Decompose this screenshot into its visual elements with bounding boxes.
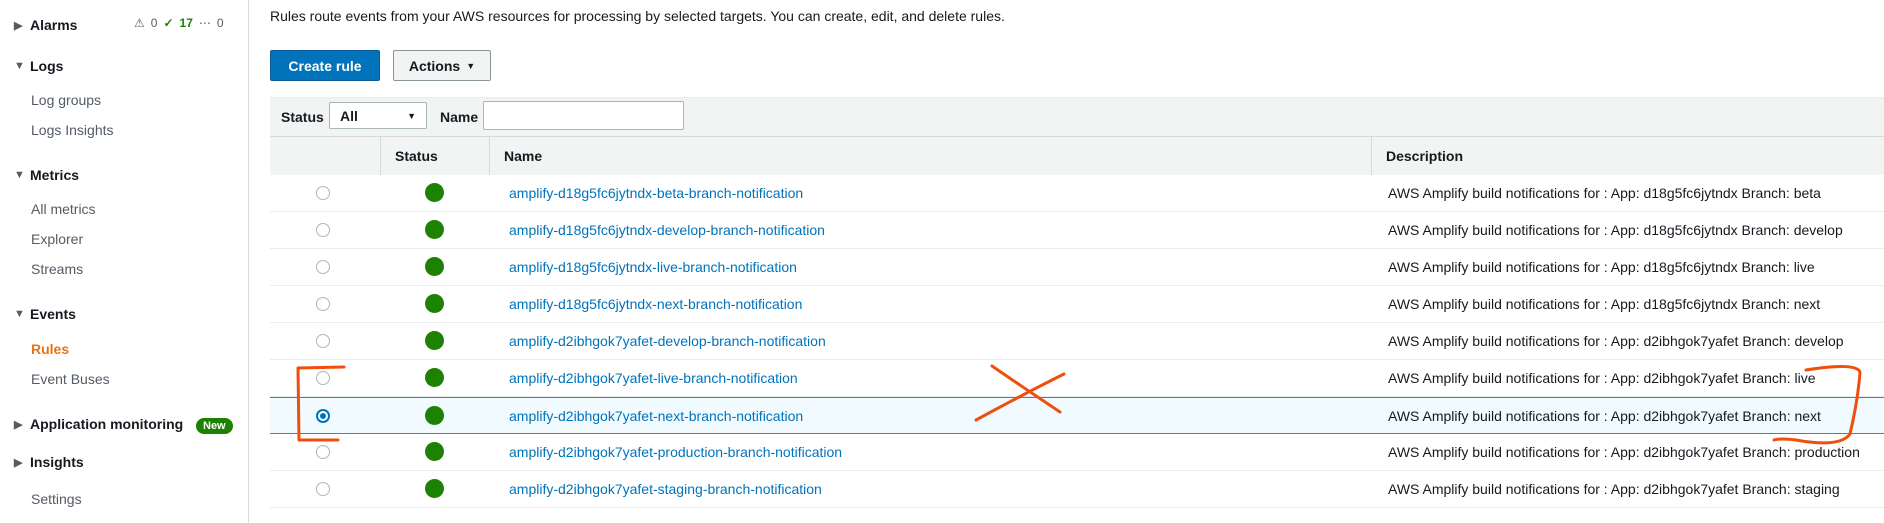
row-select-radio[interactable]: [316, 409, 330, 423]
status-enabled-icon: [425, 479, 444, 498]
rules-table-header: Status Name Description: [270, 136, 1884, 176]
actions-button[interactable]: Actions ▼: [393, 50, 491, 81]
table-row[interactable]: amplify-d2ibhgok7yafet-production-branch…: [270, 434, 1884, 471]
description-column-header[interactable]: Description: [1371, 137, 1884, 175]
create-rule-button[interactable]: Create rule: [270, 50, 380, 81]
rule-description: AWS Amplify build notifications for : Ap…: [1388, 444, 1860, 460]
sidebar: ▶ Alarms ⚠ 0 ✓ 17 ⋯ 0 ▼ Logs Log groups …: [0, 0, 249, 523]
rule-description: AWS Amplify build notifications for : Ap…: [1388, 481, 1840, 497]
rule-description: AWS Amplify build notifications for : Ap…: [1388, 370, 1816, 386]
check-circle-icon: ✓: [163, 16, 174, 30]
row-select-radio[interactable]: [316, 371, 330, 385]
row-select-radio[interactable]: [316, 223, 330, 237]
name-filter-label: Name: [440, 109, 479, 125]
ellipsis-circle-icon: ⋯: [198, 16, 211, 30]
sidebar-item-streams[interactable]: Streams: [31, 261, 83, 277]
insufficient-count: 0: [216, 16, 224, 30]
rule-name-link[interactable]: amplify-d2ibhgok7yafet-production-branch…: [509, 444, 842, 460]
sidebar-section-events[interactable]: ▼ Events: [14, 306, 76, 322]
rules-table-body: amplify-d18g5fc6jytndx-beta-branch-notif…: [270, 175, 1884, 508]
actions-label: Actions: [408, 57, 461, 74]
sidebar-section-label: Insights: [30, 454, 84, 470]
rule-name-link[interactable]: amplify-d18g5fc6jytndx-live-branch-notif…: [509, 259, 797, 275]
sidebar-item-log-groups[interactable]: Log groups: [31, 92, 101, 108]
row-select-radio[interactable]: [316, 482, 330, 496]
sidebar-section-application-monitoring[interactable]: ▶ Application monitoring: [14, 416, 183, 432]
sidebar-section-insights[interactable]: ▶ Insights: [14, 454, 84, 470]
row-select-radio[interactable]: [316, 445, 330, 459]
page-description: Rules route events from your AWS resourc…: [270, 8, 1005, 24]
status-filter-value: All: [340, 107, 358, 124]
caret-down-icon: ▼: [466, 60, 476, 71]
alarm-status-counts[interactable]: ⚠ 0 ✓ 17 ⋯ 0: [134, 16, 224, 30]
sidebar-item-all-metrics[interactable]: All metrics: [31, 201, 96, 217]
name-filter-input[interactable]: [483, 101, 684, 130]
status-enabled-icon: [425, 368, 444, 387]
rule-name-link[interactable]: amplify-d18g5fc6jytndx-beta-branch-notif…: [509, 185, 803, 201]
rule-name-link[interactable]: amplify-d2ibhgok7yafet-staging-branch-no…: [509, 481, 822, 497]
status-enabled-icon: [425, 331, 444, 350]
warning-icon: ⚠: [134, 16, 145, 30]
sidebar-item-settings[interactable]: Settings: [31, 491, 82, 507]
rule-name-link[interactable]: amplify-d2ibhgok7yafet-develop-branch-no…: [509, 333, 826, 349]
table-row[interactable]: amplify-d18g5fc6jytndx-beta-branch-notif…: [270, 175, 1884, 212]
status-enabled-icon: [425, 183, 444, 202]
status-enabled-icon: [425, 257, 444, 276]
table-row[interactable]: amplify-d2ibhgok7yafet-staging-branch-no…: [270, 471, 1884, 508]
filter-bar: Status All ▼ Name: [270, 97, 1884, 136]
sidebar-section-alarms[interactable]: ▶ Alarms: [14, 17, 77, 33]
rule-description: AWS Amplify build notifications for : Ap…: [1388, 185, 1821, 201]
status-filter-select[interactable]: All ▼: [329, 102, 427, 129]
sidebar-section-metrics[interactable]: ▼ Metrics: [14, 167, 79, 183]
new-badge: New: [196, 418, 233, 434]
rule-name-link[interactable]: amplify-d18g5fc6jytndx-next-branch-notif…: [509, 296, 802, 312]
row-select-radio[interactable]: [316, 260, 330, 274]
caret-right-icon: ▶: [14, 456, 23, 469]
rule-description: AWS Amplify build notifications for : Ap…: [1388, 222, 1843, 238]
rule-description: AWS Amplify build notifications for : Ap…: [1388, 296, 1821, 312]
rule-description: AWS Amplify build notifications for : Ap…: [1388, 408, 1821, 424]
caret-down-icon: ▼: [14, 60, 25, 72]
caret-down-icon: ▼: [14, 308, 25, 320]
sidebar-item-logs-insights[interactable]: Logs Insights: [31, 122, 114, 138]
caret-right-icon: ▶: [14, 418, 23, 431]
rule-name-link[interactable]: amplify-d18g5fc6jytndx-develop-branch-no…: [509, 222, 825, 238]
sidebar-section-label: Metrics: [30, 167, 80, 183]
alarm-count: 0: [150, 16, 158, 30]
rule-name-link[interactable]: amplify-d2ibhgok7yafet-live-branch-notif…: [509, 370, 798, 386]
rule-name-link[interactable]: amplify-d2ibhgok7yafet-next-branch-notif…: [509, 408, 803, 424]
status-column-header[interactable]: Status: [380, 137, 489, 175]
row-select-radio[interactable]: [316, 334, 330, 348]
sidebar-item-event-buses[interactable]: Event Buses: [31, 371, 110, 387]
status-enabled-icon: [425, 442, 444, 461]
table-row[interactable]: amplify-d18g5fc6jytndx-live-branch-notif…: [270, 249, 1884, 286]
row-select-radio[interactable]: [316, 297, 330, 311]
sidebar-section-label: Events: [30, 306, 76, 322]
sidebar-item-explorer[interactable]: Explorer: [31, 231, 83, 247]
caret-right-icon: ▶: [14, 19, 23, 32]
row-select-radio[interactable]: [316, 186, 330, 200]
rule-description: AWS Amplify build notifications for : Ap…: [1388, 259, 1815, 275]
sidebar-section-label: Logs: [30, 58, 64, 74]
sidebar-section-logs[interactable]: ▼ Logs: [14, 58, 63, 74]
sidebar-section-label: Alarms: [30, 17, 78, 33]
select-column-header: [270, 137, 380, 175]
sidebar-item-rules[interactable]: Rules: [31, 341, 69, 357]
status-enabled-icon: [425, 294, 444, 313]
name-column-header[interactable]: Name: [489, 137, 1371, 175]
table-row[interactable]: amplify-d2ibhgok7yafet-develop-branch-no…: [270, 323, 1884, 360]
caret-down-icon: ▼: [407, 110, 416, 121]
table-row[interactable]: amplify-d2ibhgok7yafet-live-branch-notif…: [270, 360, 1884, 397]
table-row[interactable]: amplify-d18g5fc6jytndx-next-branch-notif…: [270, 286, 1884, 323]
ok-count: 17: [179, 16, 193, 30]
caret-down-icon: ▼: [14, 169, 25, 181]
table-row[interactable]: amplify-d2ibhgok7yafet-next-branch-notif…: [270, 397, 1884, 434]
sidebar-section-label: Application monitoring: [30, 416, 184, 432]
status-filter-label: Status: [281, 109, 324, 125]
table-row[interactable]: amplify-d18g5fc6jytndx-develop-branch-no…: [270, 212, 1884, 249]
rule-description: AWS Amplify build notifications for : Ap…: [1388, 333, 1844, 349]
status-enabled-icon: [425, 220, 444, 239]
status-enabled-icon: [425, 406, 444, 425]
